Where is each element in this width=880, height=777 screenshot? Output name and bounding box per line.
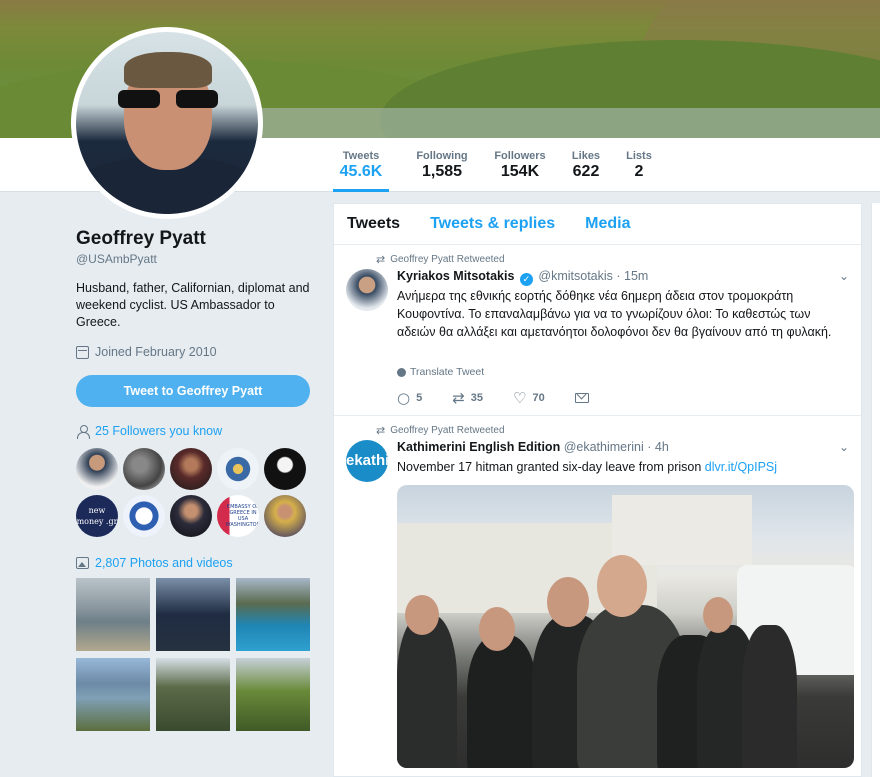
tweet-author-name[interactable]: Kyriakos Mitsotakis <box>397 269 514 283</box>
tweet-item[interactable]: ⇄ Geoffrey Pyatt Retweeted Kyriakos Mits… <box>334 245 861 416</box>
tweet-header: Kyriakos Mitsotakis ✓ @kmitsotakis · 15m <box>397 269 648 286</box>
stat-following[interactable]: Following 1,585 <box>414 150 470 181</box>
translate-tweet-link[interactable]: Translate Tweet <box>397 366 484 378</box>
chevron-down-icon[interactable]: ⌄ <box>839 440 849 454</box>
followers-you-know-link[interactable]: 25 Followers you know <box>76 424 222 439</box>
tweet-separator: · <box>647 440 655 454</box>
tab-tweets[interactable]: Tweets <box>347 215 400 233</box>
tweet-text: November 17 hitman granted six-day leave… <box>397 458 852 476</box>
heart-icon: ♡ <box>513 389 527 407</box>
tweet-time[interactable]: 15m <box>624 269 648 283</box>
stat-likes-value: 622 <box>572 163 600 180</box>
timeline: Tweets Tweets & replies Media ⇄ Geoffrey… <box>333 203 862 777</box>
follower-avatar[interactable] <box>123 448 165 490</box>
tweet-username[interactable]: @ekathimerini <box>564 440 644 454</box>
tweet-time[interactable]: 4h <box>655 440 669 454</box>
follower-avatar[interactable] <box>264 495 306 537</box>
profile-avatar[interactable] <box>71 27 263 219</box>
profile-bio: Husband, father, Californian, diplomat a… <box>76 281 310 329</box>
stat-tweets-value: 45.6K <box>339 163 383 180</box>
retweet-context-text[interactable]: Geoffrey Pyatt Retweeted <box>390 254 504 265</box>
photo-thumbnail[interactable] <box>76 578 150 651</box>
verified-badge-icon: ✓ <box>519 273 533 286</box>
follower-avatar[interactable] <box>76 448 118 490</box>
tweet-username[interactable]: @kmitsotakis <box>538 269 613 283</box>
retweet-button[interactable]: ⇄ 35 <box>452 389 483 407</box>
like-button[interactable]: ♡ 70 <box>513 389 545 407</box>
profile-name[interactable]: Geoffrey Pyatt <box>76 228 206 250</box>
reply-icon: ○ <box>397 389 411 407</box>
stat-followers-value: 154K <box>500 163 540 180</box>
followers-you-know-text[interactable]: 25 Followers you know <box>95 424 222 438</box>
tweet-author-avatar[interactable] <box>346 269 388 311</box>
retweet-context: ⇄ Geoffrey Pyatt Retweeted <box>376 253 505 266</box>
stat-tweets[interactable]: Tweets 45.6K <box>333 150 389 192</box>
tab-tweets-replies[interactable]: Tweets & replies <box>430 215 555 233</box>
tweet-header: Kathimerini English Edition @ekathimerin… <box>397 440 669 454</box>
tweet-separator: · <box>616 269 625 283</box>
tweet-text-body: November 17 hitman granted six-day leave… <box>397 460 702 474</box>
profile-handle[interactable]: @USAmbPyatt <box>76 252 157 266</box>
calendar-icon <box>76 345 89 359</box>
stat-followers[interactable]: Followers 154K <box>492 150 548 181</box>
photo-thumbnail[interactable] <box>156 658 230 731</box>
follower-avatar[interactable] <box>123 495 165 537</box>
timeline-tabs: Tweets Tweets & replies Media <box>334 204 861 245</box>
follower-avatar[interactable]: EMBASSY OF GREECE IN USA WASHINGTON <box>217 495 259 537</box>
photo-thumbnail[interactable] <box>236 658 310 731</box>
chevron-down-icon[interactable]: ⌄ <box>839 269 849 283</box>
retweet-context: ⇄ Geoffrey Pyatt Retweeted <box>376 424 505 437</box>
reply-button[interactable]: ○ 5 <box>397 389 422 407</box>
photo-thumbnail[interactable] <box>236 578 310 651</box>
follower-avatar[interactable] <box>170 495 212 537</box>
tweet-author-name[interactable]: Kathimerini English Edition <box>397 440 560 454</box>
tweet-link[interactable]: dlvr.it/QpIPSj <box>705 460 777 474</box>
followers-grid: new money .gr EMBASSY OF GREECE IN USA W… <box>76 448 316 537</box>
photos-videos-link[interactable]: 2,807 Photos and videos <box>76 556 233 570</box>
translate-tweet-text[interactable]: Translate Tweet <box>410 366 484 378</box>
globe-icon <box>397 367 406 377</box>
tab-media[interactable]: Media <box>585 215 630 233</box>
photo-thumbnail[interactable] <box>76 658 150 731</box>
stat-following-label: Following <box>416 150 468 162</box>
photo-icon <box>76 557 89 569</box>
envelope-icon <box>574 393 589 403</box>
follower-avatar[interactable]: new money .gr <box>76 495 118 537</box>
follower-avatar[interactable] <box>264 448 306 490</box>
stat-lists-value: 2 <box>634 163 644 180</box>
message-button[interactable] <box>574 393 589 403</box>
joined-text: Joined February 2010 <box>95 345 217 359</box>
retweet-context-text[interactable]: Geoffrey Pyatt Retweeted <box>390 425 504 436</box>
follower-avatar-text: new money .gr <box>76 506 118 526</box>
tweet-text: Ανήμερα της εθνικής εορτής δόθηκε νέα 6η… <box>397 289 832 339</box>
like-count: 70 <box>532 392 545 404</box>
stat-lists-label: Lists <box>626 150 652 162</box>
joined-date: Joined February 2010 <box>76 345 217 359</box>
tweet-author-avatar-text: ekathi <box>346 452 388 469</box>
retweet-icon: ⇄ <box>376 424 386 437</box>
tweet-to-button[interactable]: Tweet to Geoffrey Pyatt <box>76 375 310 407</box>
retweet-icon: ⇄ <box>376 253 386 266</box>
stat-following-value: 1,585 <box>421 163 463 180</box>
follower-avatar[interactable] <box>217 448 259 490</box>
photo-thumbnail[interactable] <box>156 578 230 651</box>
follower-avatar[interactable] <box>170 448 212 490</box>
photos-grid <box>76 578 310 731</box>
tweet-media-image[interactable] <box>397 485 854 768</box>
right-sidebar-edge <box>871 203 880 777</box>
photos-videos-text[interactable]: 2,807 Photos and videos <box>95 556 233 570</box>
stat-likes-label: Likes <box>571 150 601 162</box>
stat-tweets-label: Tweets <box>342 150 380 162</box>
stat-likes[interactable]: Likes 622 <box>568 150 604 181</box>
people-icon <box>76 424 90 439</box>
retweet-count: 35 <box>470 392 484 404</box>
follower-avatar-text: EMBASSY OF GREECE IN USA WASHINGTON <box>225 504 259 528</box>
retweet-icon: ⇄ <box>452 389 465 407</box>
tweet-author-avatar[interactable]: ekathi <box>346 440 388 482</box>
stat-lists[interactable]: Lists 2 <box>624 150 654 181</box>
tweet-actions: ○ 5 ⇄ 35 ♡ 70 <box>397 389 589 407</box>
reply-count: 5 <box>416 392 423 404</box>
stat-followers-label: Followers <box>494 150 546 162</box>
